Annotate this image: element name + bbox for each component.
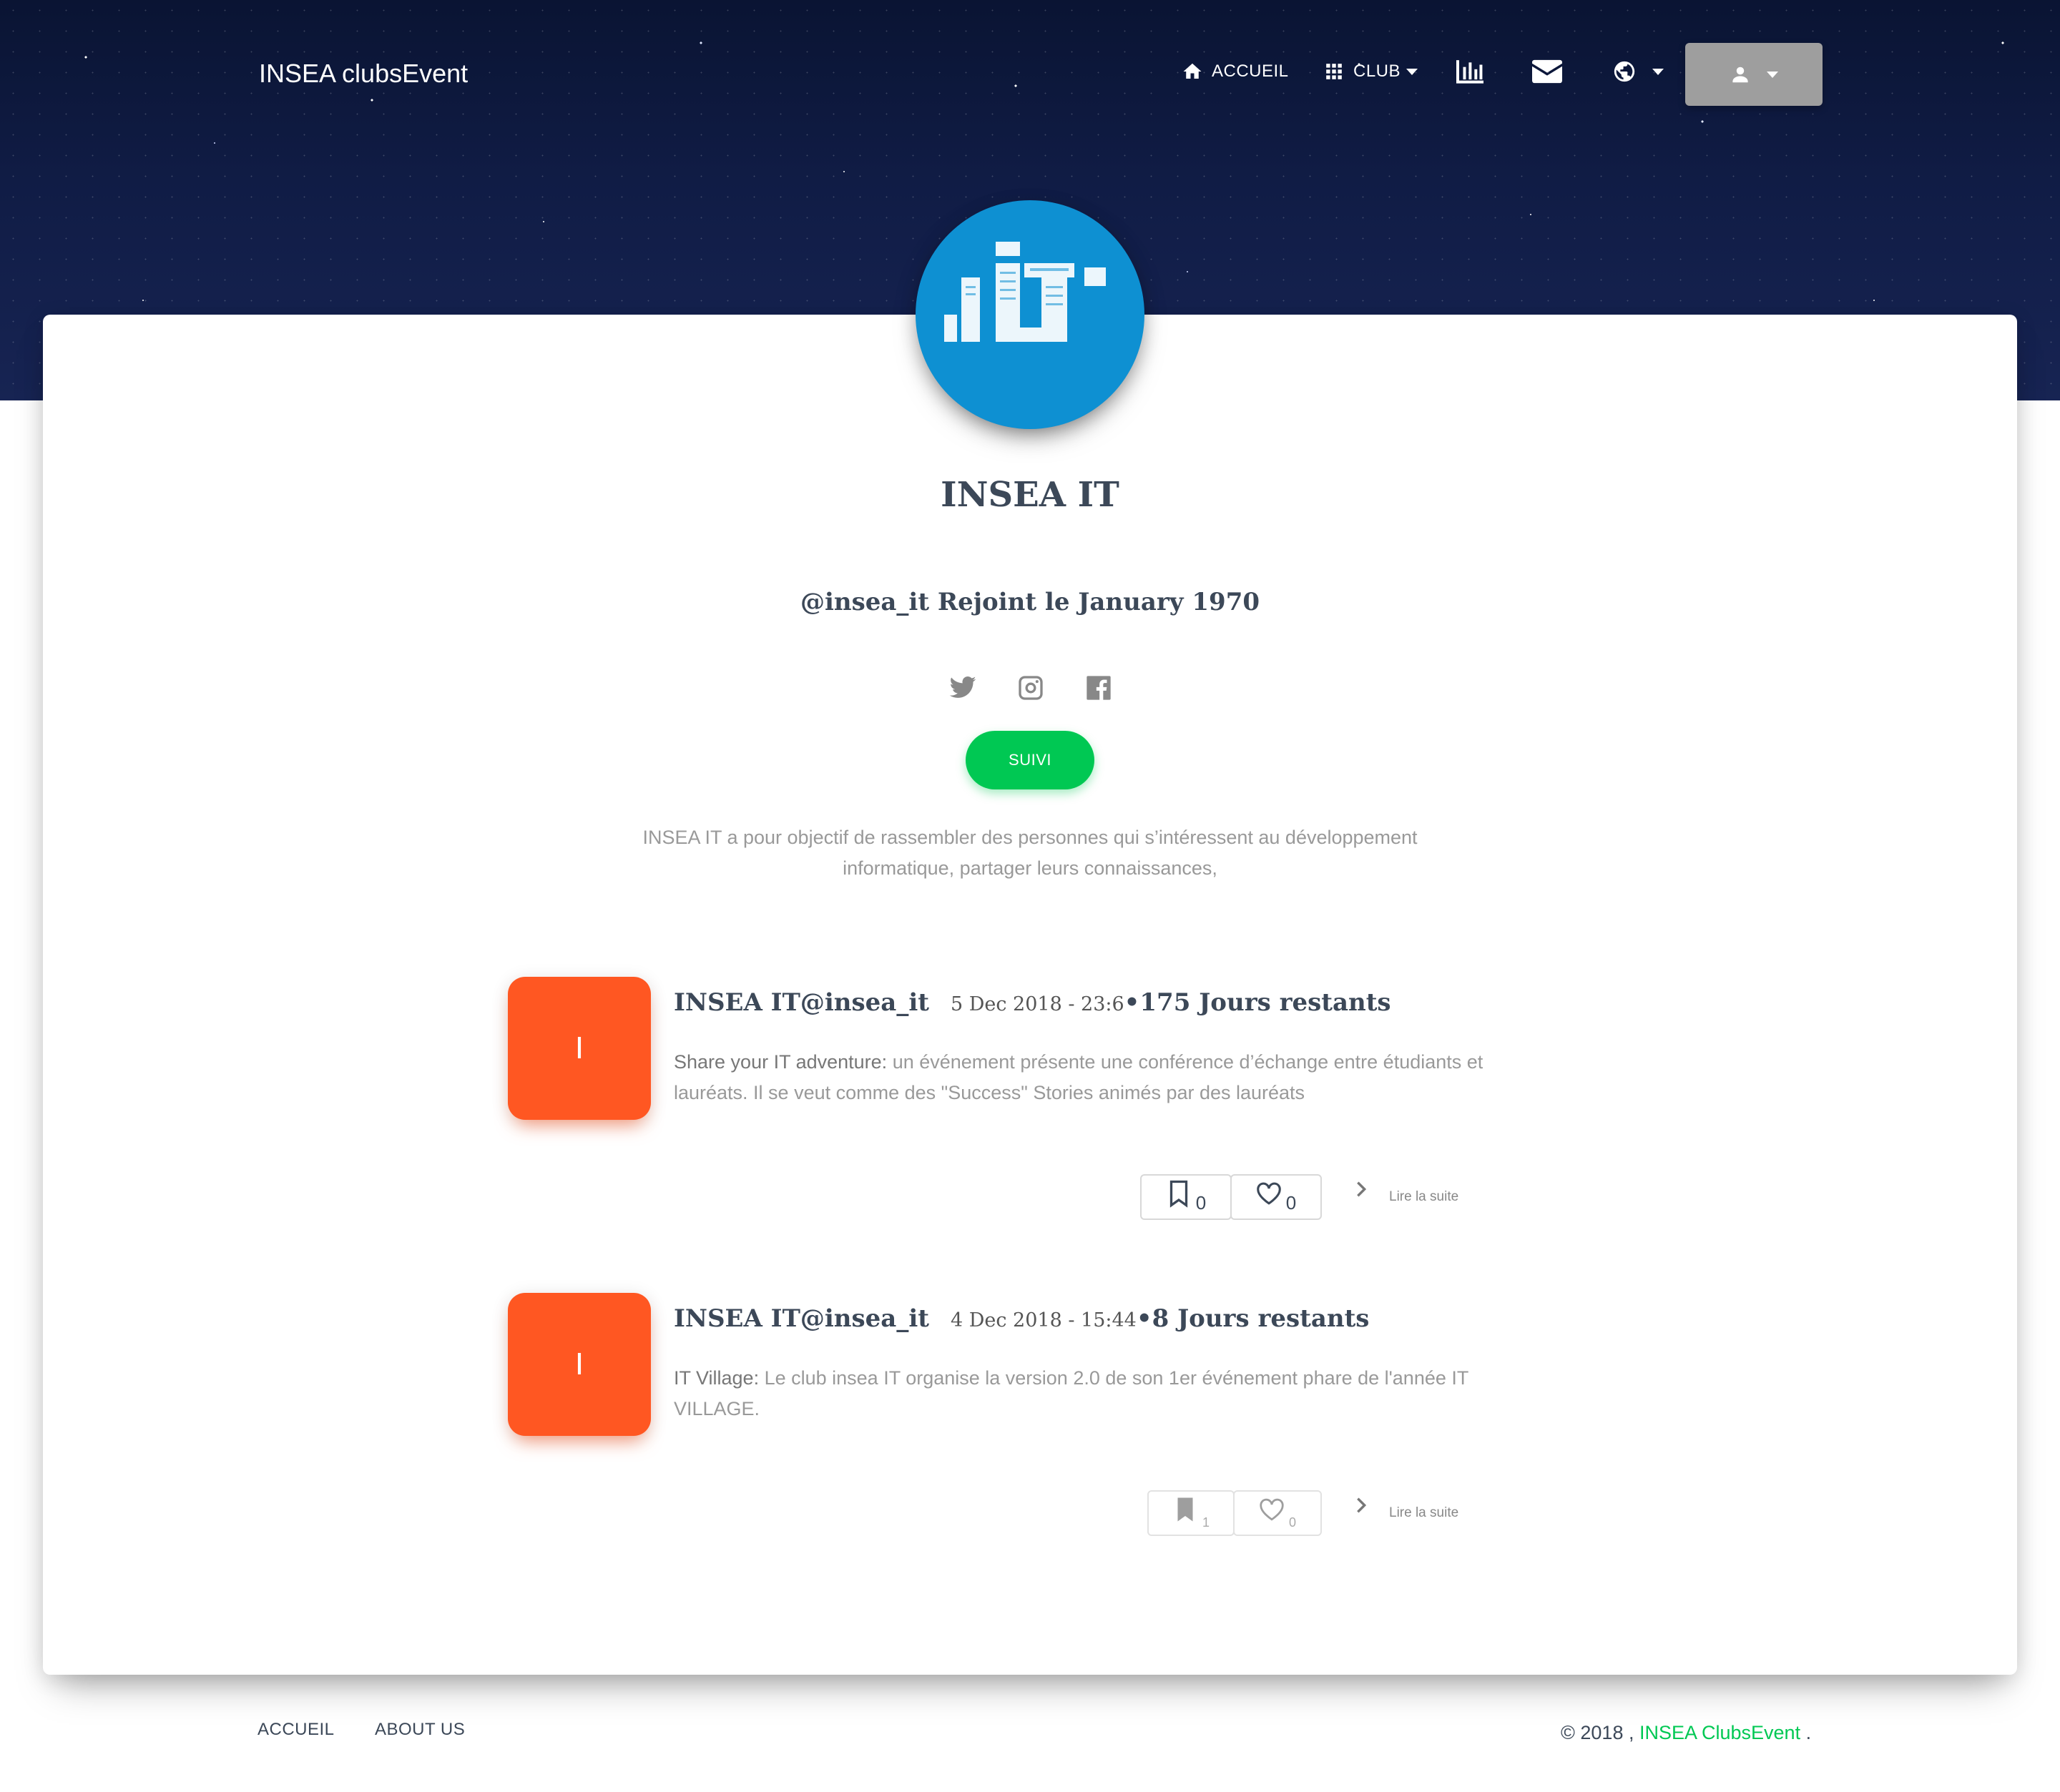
nav-home-link[interactable]: ACCUEIL xyxy=(1182,56,1289,87)
footer-copyright: © 2018 , INSEA ClubsEvent . xyxy=(1561,1722,1811,1744)
nav-mail-link[interactable] xyxy=(1532,56,1562,87)
nav-home-label: ACCUEIL xyxy=(1212,61,1289,81)
follow-button[interactable]: SUIVI xyxy=(966,731,1094,789)
read-more-label: Lire la suite xyxy=(1389,1505,1459,1520)
chevron-right-icon xyxy=(1357,1497,1367,1513)
post-author[interactable]: INSEA IT@insea_it xyxy=(674,1304,929,1333)
twitter-icon[interactable] xyxy=(948,674,977,702)
user-menu-button[interactable] xyxy=(1685,43,1823,106)
nav-language-dropdown[interactable] xyxy=(1612,56,1664,87)
globe-icon xyxy=(1614,61,1635,82)
insea-it-logo-icon xyxy=(944,242,1106,342)
club-description: INSEA IT a pour objectif de rassembler d… xyxy=(642,827,1418,879)
post-thumbnail[interactable]: I xyxy=(508,1293,651,1436)
club-avatar xyxy=(916,200,1144,429)
footer-about-link[interactable]: ABOUT US xyxy=(375,1720,465,1740)
bookmark-button[interactable]: 0 xyxy=(1140,1174,1232,1220)
apps-icon xyxy=(1326,64,1342,79)
post-actions: 1 0 Lire la suite xyxy=(1140,1490,1458,1537)
like-count: 0 xyxy=(1288,1515,1296,1530)
bookmark-icon xyxy=(1169,1180,1187,1208)
heart-icon xyxy=(1257,1182,1281,1205)
post-days-remaining: •8 Jours restants xyxy=(1136,1304,1370,1333)
nav-club-dropdown[interactable]: CLUB xyxy=(1325,56,1418,87)
stats-icon xyxy=(1456,60,1483,84)
like-button[interactable]: 0 xyxy=(1233,1490,1322,1536)
instagram-icon[interactable] xyxy=(1016,674,1045,702)
chevron-down-icon xyxy=(1652,68,1664,75)
club-handle-joined: @insea_it Rejoint le January 1970 xyxy=(800,588,1260,616)
heart-icon xyxy=(1260,1498,1284,1521)
post-header: INSEA IT@insea_it 5 Dec 2018 - 23:6 •175… xyxy=(674,988,1391,1024)
chevron-right-icon xyxy=(1357,1181,1367,1197)
nav-stats-link[interactable] xyxy=(1455,56,1485,87)
copyright-suffix: . xyxy=(1800,1722,1812,1743)
facebook-icon[interactable] xyxy=(1084,674,1113,702)
footer-brand-link[interactable]: INSEA ClubsEvent xyxy=(1639,1722,1800,1743)
copyright-prefix: © 2018 , xyxy=(1561,1722,1639,1743)
bookmark-button[interactable]: 1 xyxy=(1147,1490,1235,1536)
post-thumbnail[interactable]: I xyxy=(508,977,651,1120)
top-navbar: INSEA clubsEvent ACCUEIL CLUB xyxy=(0,0,2060,143)
nav-club-label: CLUB xyxy=(1353,61,1401,81)
bookmark-count: 1 xyxy=(1202,1515,1210,1530)
user-icon xyxy=(1732,67,1748,83)
club-name: INSEA IT xyxy=(941,475,1119,515)
read-more-link[interactable]: Lire la suite xyxy=(1353,1181,1459,1205)
like-count: 0 xyxy=(1285,1192,1297,1213)
post-body: IT Village: Le club insea IT organise la… xyxy=(674,1363,1546,1424)
post-summary: Le club insea IT organise la version 2.0… xyxy=(674,1367,1468,1419)
social-links xyxy=(948,671,1113,705)
post-title: Share your IT adventure: xyxy=(674,1051,888,1073)
mail-icon xyxy=(1532,59,1562,84)
post-header: INSEA IT@insea_it 4 Dec 2018 - 15:44 •8 … xyxy=(674,1304,1369,1340)
post-date: 5 Dec 2018 - 23:6 xyxy=(950,993,1124,1015)
post-author[interactable]: INSEA IT@insea_it xyxy=(674,988,929,1017)
post-days-remaining: •175 Jours restants xyxy=(1124,988,1391,1017)
read-more-link[interactable]: Lire la suite xyxy=(1353,1497,1459,1521)
read-more-label: Lire la suite xyxy=(1389,1189,1459,1204)
post-date: 4 Dec 2018 - 15:44 xyxy=(950,1309,1137,1331)
post-body: Share your IT adventure: un événement pr… xyxy=(674,1047,1546,1108)
chevron-down-icon xyxy=(1767,71,1778,78)
bookmark-count: 0 xyxy=(1195,1192,1207,1213)
chevron-down-icon xyxy=(1406,68,1418,75)
home-icon xyxy=(1183,63,1202,79)
like-button[interactable]: 0 xyxy=(1230,1174,1322,1220)
footer-home-link[interactable]: ACCUEIL xyxy=(258,1720,335,1740)
bookmark-icon xyxy=(1177,1497,1193,1522)
brand-logo[interactable]: INSEA clubsEvent xyxy=(259,59,468,89)
post-title: IT Village: xyxy=(674,1367,760,1389)
post-actions: 0 0 Lire la suite xyxy=(1140,1173,1458,1221)
